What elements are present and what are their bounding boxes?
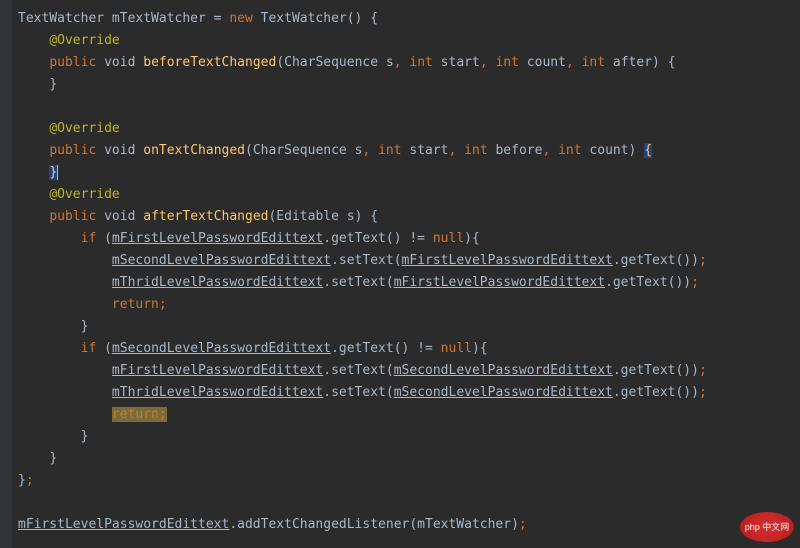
code-line: if (mFirstLevelPasswordEdittext.getText(… xyxy=(81,231,480,246)
annotation: @Override xyxy=(49,121,119,136)
code-line: mFirstLevelPasswordEdittext.setText(mSec… xyxy=(112,363,707,378)
watermark-logo: php 中文网 xyxy=(740,512,794,542)
code-line: } xyxy=(49,451,57,466)
code-line: public void onTextChanged(CharSequence s… xyxy=(49,143,652,158)
annotation: @Override xyxy=(49,187,119,202)
brace-highlight: { xyxy=(644,143,652,158)
code-line: } xyxy=(49,77,57,92)
annotation: @Override xyxy=(49,33,119,48)
code-line: public void beforeTextChanged(CharSequen… xyxy=(49,55,675,70)
code-editor[interactable]: TextWatcher mTextWatcher = new TextWatch… xyxy=(0,0,800,536)
code-line: if (mSecondLevelPasswordEdittext.getText… xyxy=(81,341,488,356)
cursor-line: } xyxy=(49,165,58,180)
editor-gutter xyxy=(0,0,12,548)
code-line: return; xyxy=(112,407,167,422)
code-line: mSecondLevelPasswordEdittext.setText(mFi… xyxy=(112,253,707,268)
code-line: mThridLevelPasswordEdittext.setText(mFir… xyxy=(112,275,699,290)
code-line: } xyxy=(81,429,89,444)
code-line: mFirstLevelPasswordEdittext.addTextChang… xyxy=(18,517,527,532)
code-line: } xyxy=(81,319,89,334)
caret-icon xyxy=(57,165,58,180)
code-line: } xyxy=(18,473,26,488)
code-line: TextWatcher mTextWatcher = new TextWatch… xyxy=(18,11,378,26)
code-line: mThridLevelPasswordEdittext.setText(mSec… xyxy=(112,385,707,400)
code-line: public void afterTextChanged(Editable s)… xyxy=(49,209,378,224)
brace-highlight: } xyxy=(49,165,57,180)
code-line: return; xyxy=(112,297,167,312)
